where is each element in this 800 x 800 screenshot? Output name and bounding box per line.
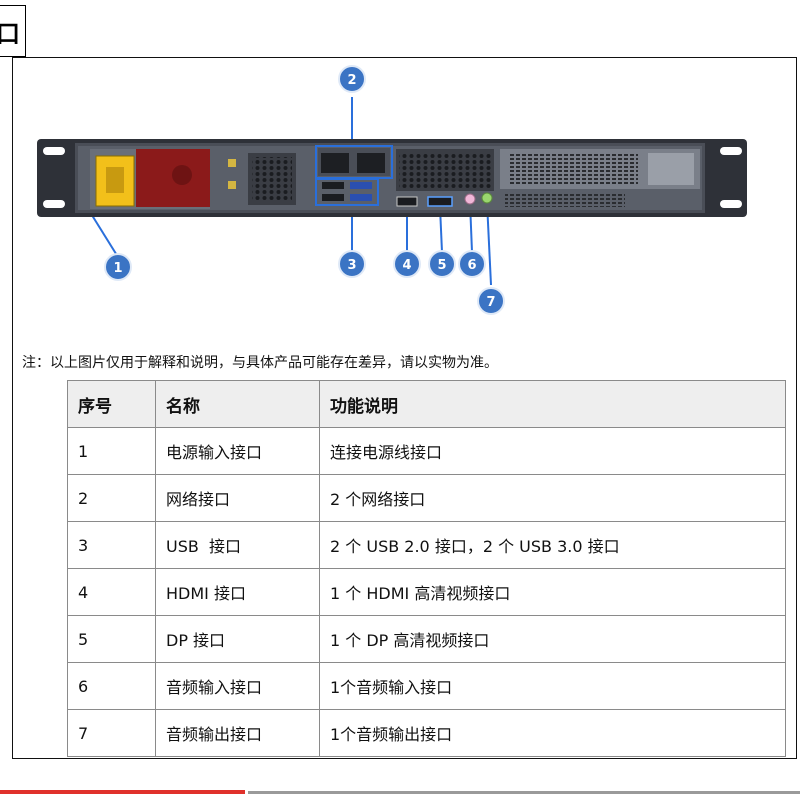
row-index: 3 bbox=[67, 521, 156, 569]
footer-accent-bar bbox=[0, 790, 245, 794]
row-function: 1 个 HDMI 高清视频接口 bbox=[319, 568, 786, 616]
table-row: 7 音频输出接口 1个音频输出接口 bbox=[67, 709, 786, 757]
table-header-row: 序号 名称 功能说明 bbox=[67, 380, 786, 428]
row-index: 4 bbox=[67, 568, 156, 616]
table-row: 3 USB 接口 2 个 USB 2.0 接口，2 个 USB 3.0 接口 bbox=[67, 521, 786, 569]
row-name: 音频输出接口 bbox=[155, 709, 320, 757]
header-index: 序号 bbox=[67, 380, 156, 428]
row-name: 音频输入接口 bbox=[155, 662, 320, 710]
callout-5: 5 bbox=[428, 250, 456, 278]
svg-text:1: 1 bbox=[113, 261, 122, 276]
callout-7: 7 bbox=[477, 287, 505, 315]
callout-1: 1 bbox=[104, 253, 132, 281]
row-index: 6 bbox=[67, 662, 156, 710]
row-function: 1个音频输入接口 bbox=[319, 662, 786, 710]
disclaimer-note: 注：以上图片仅用于解释和说明，与具体产品可能存在差异，请以实物为准。 bbox=[22, 355, 498, 371]
callout-3: 3 bbox=[338, 250, 366, 278]
row-function: 连接电源线接口 bbox=[319, 427, 786, 475]
svg-text:4: 4 bbox=[402, 258, 411, 273]
fan-grille bbox=[248, 153, 296, 205]
row-index: 7 bbox=[67, 709, 156, 757]
svg-text:5: 5 bbox=[437, 258, 446, 273]
callout-4: 4 bbox=[393, 250, 421, 278]
table-row: 1 电源输入接口 连接电源线接口 bbox=[67, 427, 786, 475]
section-title: 口 bbox=[0, 5, 26, 57]
row-function: 2 个网络接口 bbox=[319, 474, 786, 522]
row-name: HDMI 接口 bbox=[155, 568, 320, 616]
header-function: 功能说明 bbox=[319, 380, 786, 428]
callout-2: 2 bbox=[338, 65, 366, 93]
server-rear-panel-illustration: 1 2 3 4 5 6 7 bbox=[37, 65, 747, 315]
svg-text:2: 2 bbox=[347, 73, 356, 88]
svg-text:6: 6 bbox=[467, 258, 476, 273]
row-function: 2 个 USB 2.0 接口，2 个 USB 3.0 接口 bbox=[319, 521, 786, 569]
table-row: 4 HDMI 接口 1 个 HDMI 高清视频接口 bbox=[67, 568, 786, 616]
row-index: 2 bbox=[67, 474, 156, 522]
row-function: 1个音频输出接口 bbox=[319, 709, 786, 757]
network-ports bbox=[315, 145, 393, 179]
table-row: 5 DP 接口 1 个 DP 高清视频接口 bbox=[67, 615, 786, 663]
row-name: 电源输入接口 bbox=[155, 427, 320, 475]
row-function: 1 个 DP 高清视频接口 bbox=[319, 615, 786, 663]
footer-divider bbox=[248, 791, 800, 794]
row-name: USB 接口 bbox=[155, 521, 320, 569]
callout-6: 6 bbox=[458, 250, 486, 278]
svg-text:7: 7 bbox=[486, 295, 495, 310]
header-name: 名称 bbox=[155, 380, 320, 428]
row-index: 1 bbox=[67, 427, 156, 475]
table-row: 2 网络接口 2 个网络接口 bbox=[67, 474, 786, 522]
row-name: DP 接口 bbox=[155, 615, 320, 663]
port-spec-table: 序号 名称 功能说明 1 电源输入接口 连接电源线接口 2 网络接口 2 个网络… bbox=[67, 380, 786, 757]
row-index: 5 bbox=[67, 615, 156, 663]
callout-line-1 bbox=[89, 211, 119, 258]
table-row: 6 音频输入接口 1个音频输入接口 bbox=[67, 662, 786, 710]
row-name: 网络接口 bbox=[155, 474, 320, 522]
svg-text:3: 3 bbox=[347, 258, 356, 273]
